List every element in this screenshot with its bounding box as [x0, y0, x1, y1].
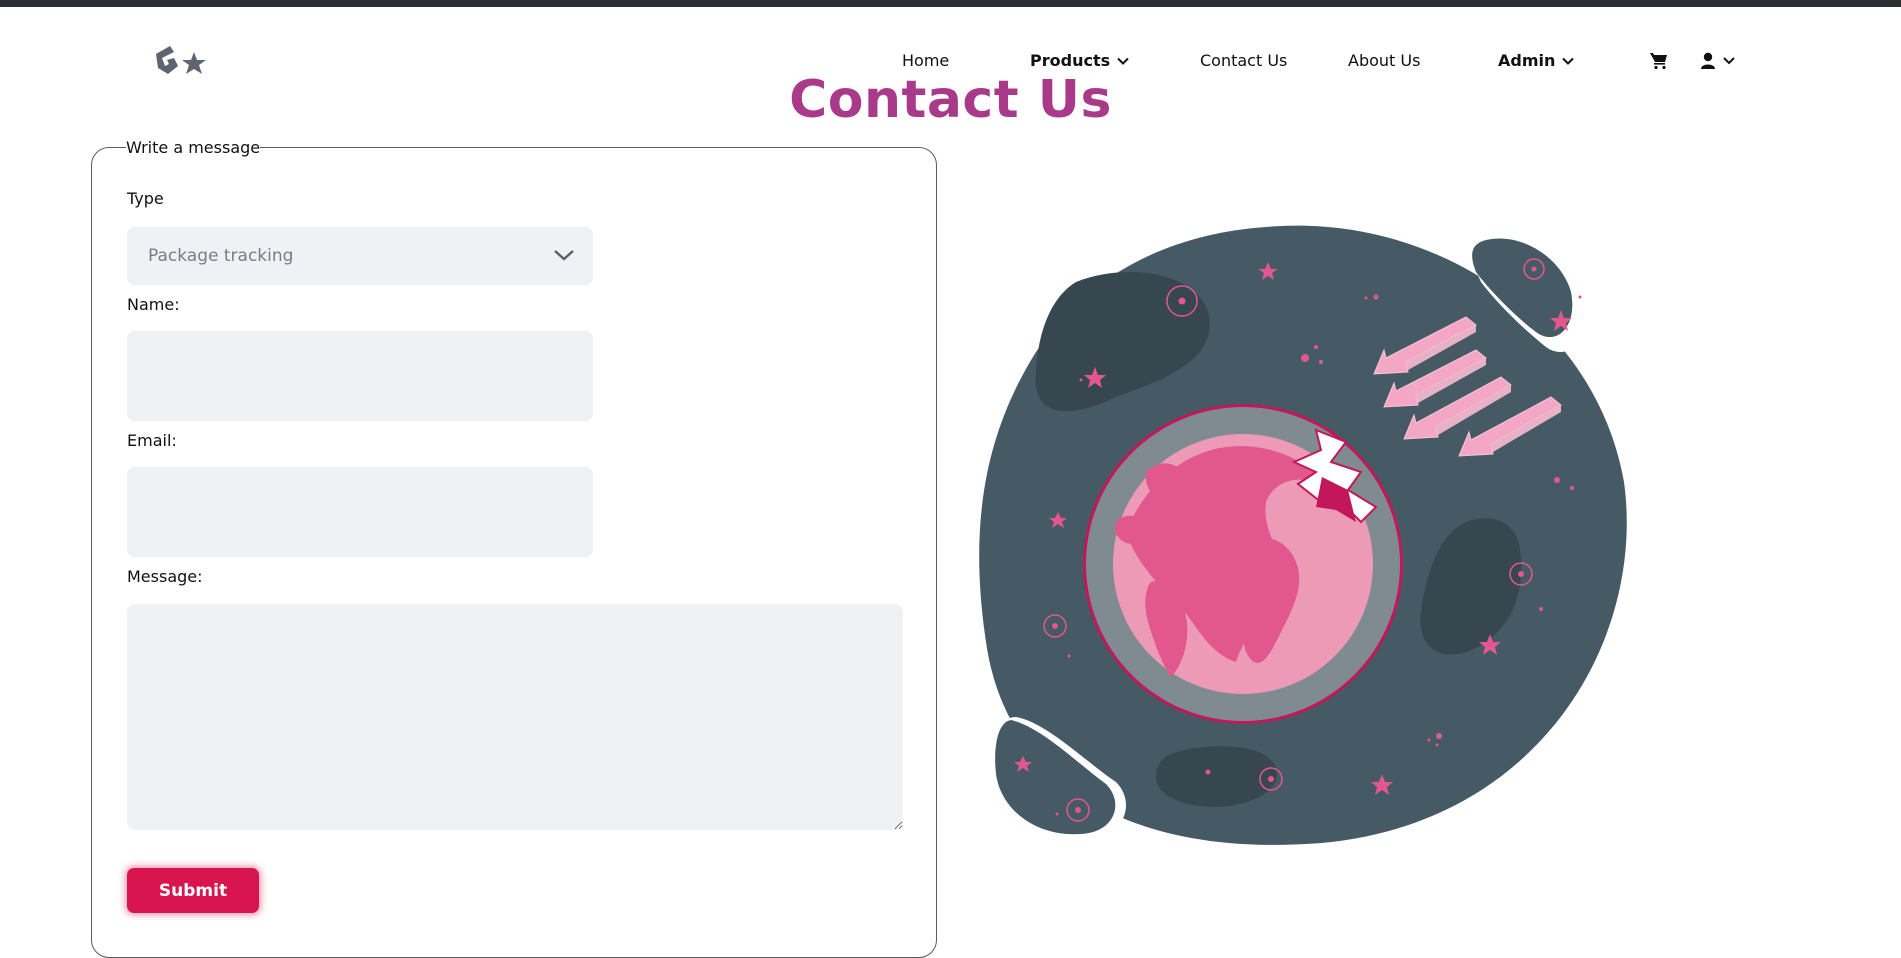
type-label: Type [127, 189, 164, 208]
cart-icon[interactable] [1650, 52, 1668, 70]
nav-products-dropdown[interactable]: Products [1030, 51, 1130, 70]
name-input[interactable] [127, 331, 593, 421]
page-title: Contact Us [789, 70, 1112, 130]
user-icon [1701, 52, 1715, 69]
message-textarea[interactable] [127, 604, 903, 830]
chevron-down-icon [554, 250, 574, 261]
top-border-bar [0, 0, 1901, 7]
name-label: Name: [127, 295, 180, 314]
type-select-value: Package tracking [148, 246, 294, 266]
user-menu-dropdown[interactable] [1700, 52, 1742, 70]
chevron-down-icon [1117, 57, 1129, 65]
type-select[interactable]: Package tracking [127, 227, 593, 285]
message-label: Message: [127, 567, 203, 586]
chevron-down-icon [1562, 57, 1575, 65]
email-label: Email: [127, 431, 177, 450]
email-input[interactable] [127, 467, 593, 557]
nav-contact-link[interactable]: Contact Us [1200, 51, 1287, 70]
nav-home-link[interactable]: Home [902, 51, 949, 70]
submit-button[interactable]: Submit [127, 868, 259, 913]
nav-about-link[interactable]: About Us [1348, 51, 1420, 70]
form-legend: Write a message [126, 138, 261, 157]
nav-products-label: Products [1030, 51, 1111, 70]
nav-admin-dropdown[interactable]: Admin [1498, 51, 1575, 70]
globe-crack-illustration [979, 225, 1627, 845]
chevron-down-icon [1723, 57, 1735, 65]
nav-admin-label: Admin [1498, 51, 1556, 70]
